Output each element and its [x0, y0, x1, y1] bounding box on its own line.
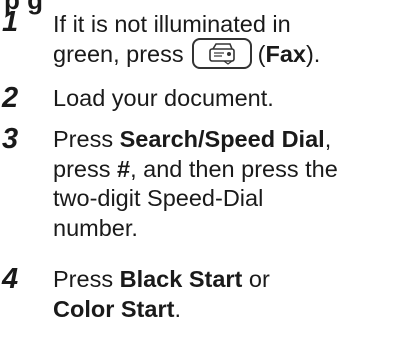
color-start-label: Color Start [53, 295, 175, 322]
step-text: Load your document. [53, 84, 274, 114]
step-text-fragment: , [324, 126, 332, 152]
step-line: green, press (Fax). [53, 37, 321, 71]
step-line: press #, and then press the [53, 155, 338, 185]
fax-label: Fax [265, 40, 306, 67]
step-line: two-digit Speed-Dial [53, 185, 264, 211]
step-text-fragment: , and then press the [130, 155, 338, 182]
step-line: Load your document. [53, 85, 274, 111]
fax-button-icon [191, 37, 252, 69]
step-number: 4 [2, 263, 19, 295]
step-number: 3 [2, 123, 19, 155]
step-text-fragment: . [174, 295, 181, 322]
step-text-fragment: ). [305, 40, 321, 67]
hash-key-label: # [117, 155, 131, 182]
step-text-fragment: or [242, 266, 270, 292]
step-line: If it is not illuminated in [53, 11, 291, 37]
black-start-label: Black Start [119, 266, 243, 292]
step-line: number. [53, 214, 138, 241]
step-text: Press Search/Speed Dial, press #, and th… [53, 125, 338, 243]
step-text-fragment: green, press [53, 40, 184, 67]
step-line: Press Search/Speed Dial, [53, 125, 338, 155]
step-number: 2 [2, 82, 19, 114]
step-text-fragment: press [53, 155, 117, 182]
step-text: If it is not illuminated in green, press… [53, 10, 320, 71]
step-text-fragment: Press [53, 266, 120, 292]
step-text: Press Black Start or Color Start. [53, 265, 270, 324]
step-line: Color Start. [53, 295, 270, 325]
search-speed-dial-label: Search/Speed Dial [119, 126, 325, 152]
step-line: Press Black Start or [53, 265, 270, 295]
step-text-fragment: Press [53, 126, 120, 152]
step-number: 1 [2, 6, 19, 38]
